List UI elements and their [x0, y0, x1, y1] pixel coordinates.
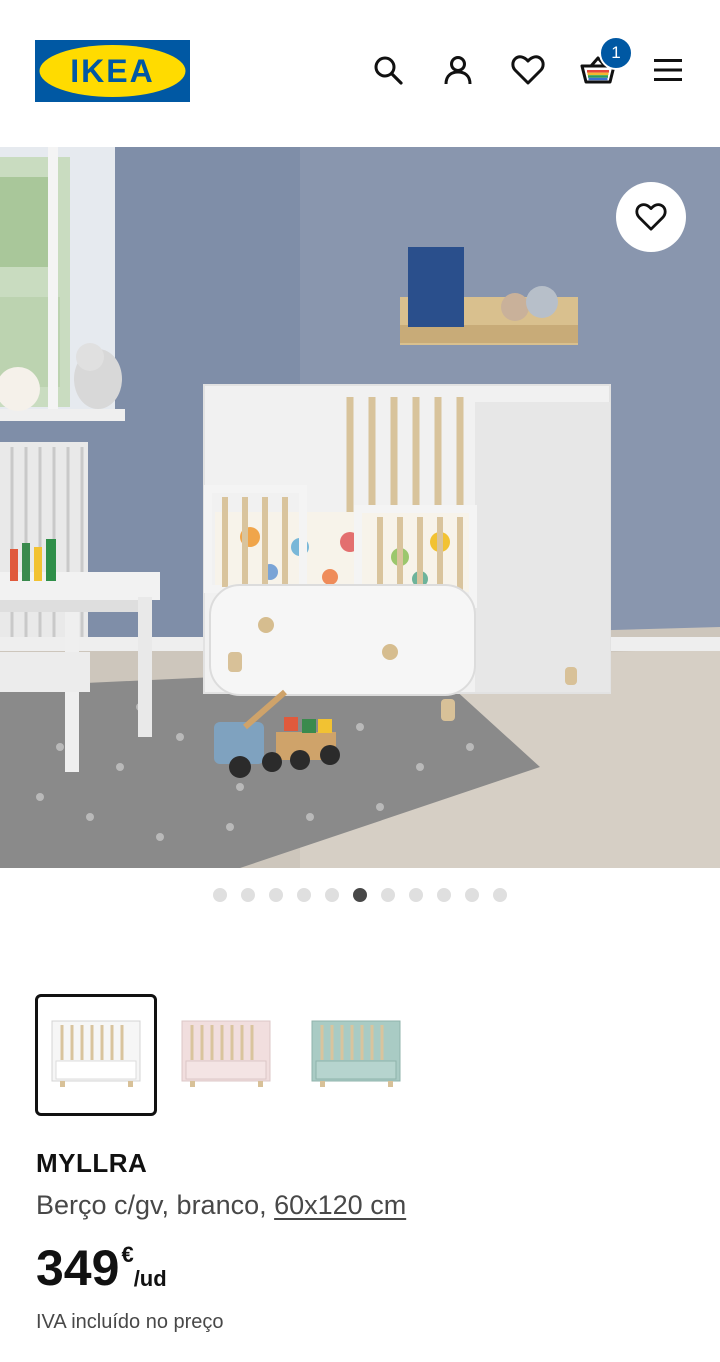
image-carousel-dots	[0, 888, 720, 904]
product-description: Berço c/gv, branco, 60x120 cm	[36, 1190, 406, 1221]
price-value: 349	[36, 1240, 120, 1296]
crib-thumbnail	[311, 1020, 401, 1087]
variant-pink[interactable]	[165, 994, 287, 1116]
carousel-dot[interactable]	[325, 888, 339, 902]
product-description-text: Berço c/gv, branco,	[36, 1190, 275, 1220]
carousel-dot[interactable]	[409, 888, 423, 902]
carousel-dot[interactable]	[213, 888, 227, 902]
carousel-dot[interactable]	[241, 888, 255, 902]
heart-icon	[635, 203, 667, 231]
product-price: 349 € /ud	[36, 1238, 167, 1298]
product-name: MYLLRA	[36, 1148, 148, 1178]
carousel-dot[interactable]	[269, 888, 283, 902]
carousel-dot[interactable]	[381, 888, 395, 902]
carousel-dot[interactable]	[437, 888, 451, 902]
favourite-button[interactable]	[616, 182, 686, 252]
variant-turquoise[interactable]	[295, 994, 417, 1116]
vat-note: IVA incluído no preço	[36, 1311, 224, 1333]
search-icon[interactable]	[368, 50, 408, 90]
carousel-dot[interactable]	[297, 888, 311, 902]
carousel-dot[interactable]	[493, 888, 507, 902]
price-unit: /ud	[133, 1266, 167, 1291]
menu-icon[interactable]	[648, 50, 688, 90]
product-size-link[interactable]: 60x120 cm	[274, 1190, 406, 1220]
carousel-dot-active[interactable]	[353, 888, 367, 902]
product-image[interactable]	[0, 147, 720, 868]
variant-white[interactable]	[35, 994, 157, 1116]
svg-text:IKEA: IKEA	[70, 53, 154, 89]
price-currency: €	[121, 1242, 134, 1267]
heart-icon[interactable]	[508, 50, 548, 90]
account-icon[interactable]	[438, 50, 478, 90]
carousel-dot[interactable]	[465, 888, 479, 902]
crib-thumbnail	[181, 1020, 271, 1087]
site-header: IKEA 1	[0, 0, 720, 147]
cart-count-badge: 1	[599, 36, 633, 70]
crib-thumbnail	[51, 1020, 141, 1087]
ikea-logo[interactable]: IKEA	[35, 40, 190, 102]
